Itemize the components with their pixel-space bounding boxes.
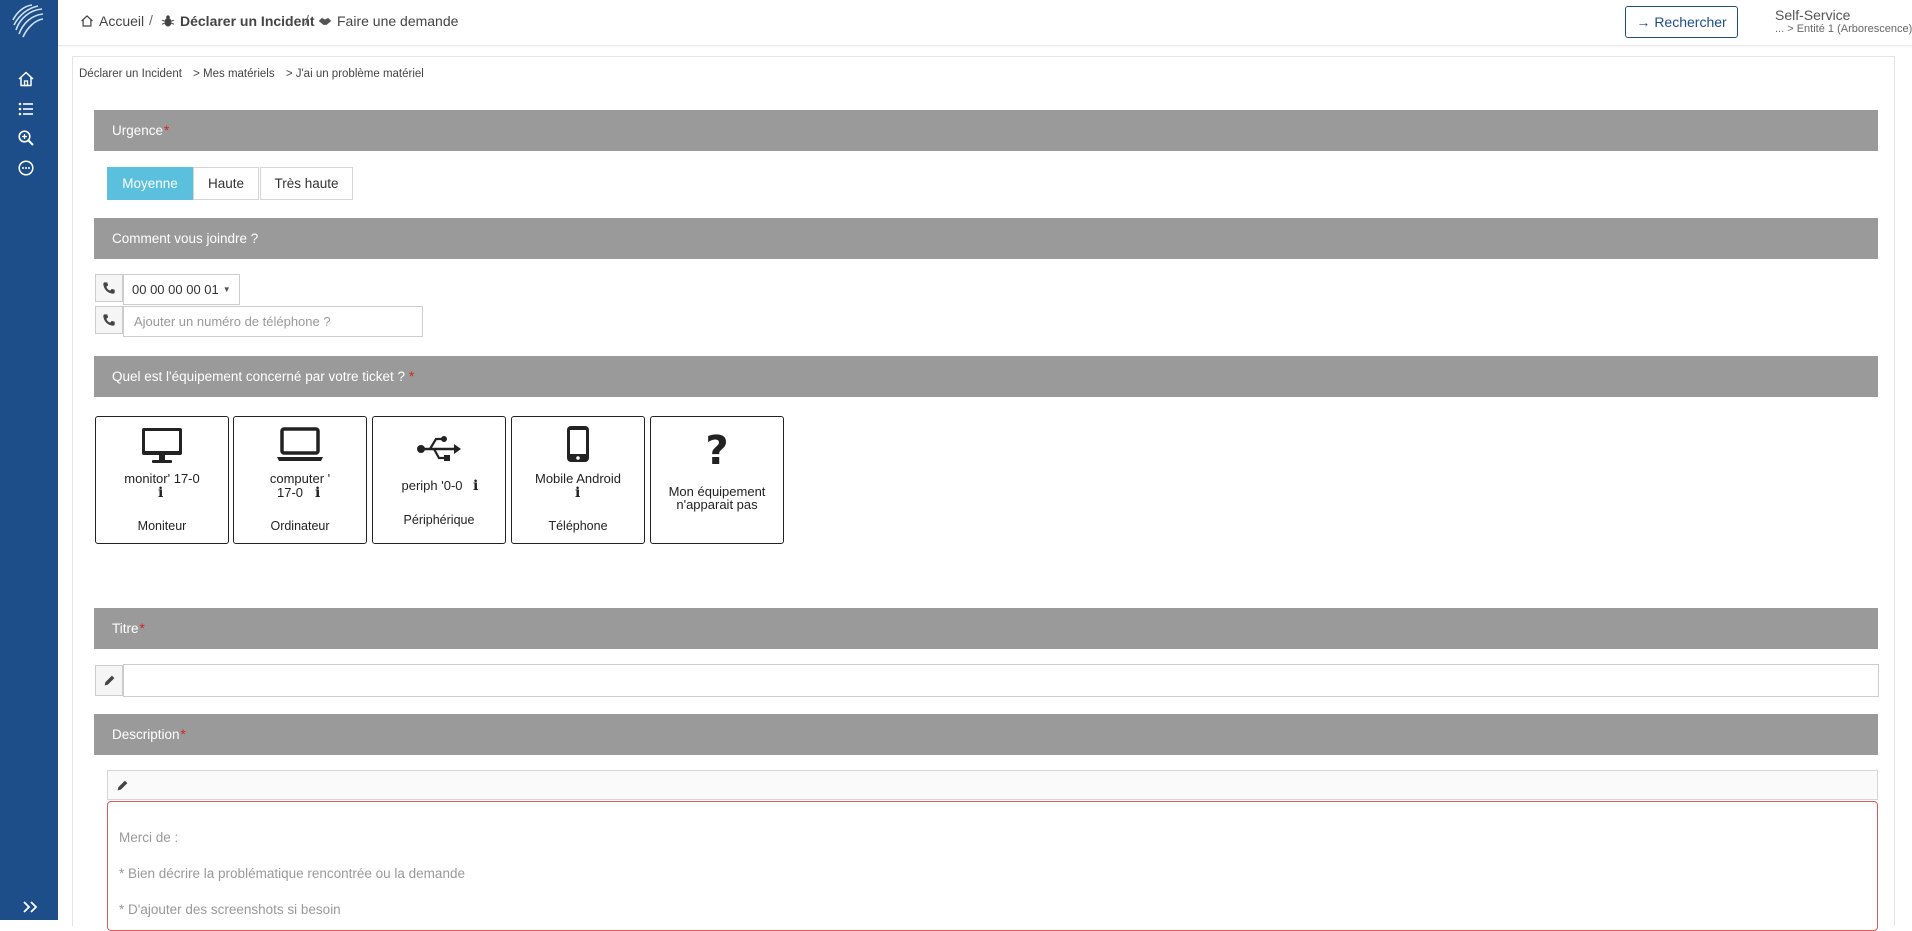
- section-contact-header: Comment vous joindre ?: [94, 218, 1878, 259]
- urgency-option-tres-haute[interactable]: Très haute: [260, 167, 353, 200]
- title-addon: [95, 665, 123, 696]
- equipment-card-name: computer ': [269, 471, 331, 486]
- section-equipment-header: Quel est l'équipement concerné par votre…: [94, 356, 1878, 397]
- phone-icon: [103, 314, 115, 326]
- breadcrumb-home[interactable]: Accueil: [80, 13, 144, 29]
- urgency-option-moyenne[interactable]: Moyenne: [107, 167, 193, 200]
- required-marker: *: [164, 123, 170, 138]
- phone-icon: [103, 282, 115, 294]
- form-path-item[interactable]: Déclarer un Incident: [79, 68, 182, 80]
- info-icon[interactable]: i: [158, 485, 163, 501]
- form-path-item[interactable]: > Mes matériels: [193, 68, 274, 80]
- home-icon: [81, 15, 93, 27]
- app-logo[interactable]: [10, 4, 44, 38]
- equipment-card-type: Ordinateur: [270, 519, 330, 533]
- list-icon[interactable]: [17, 100, 35, 118]
- info-icon[interactable]: i: [315, 485, 320, 501]
- breadcrumb-home-label: Accueil: [99, 13, 145, 29]
- info-icon[interactable]: i: [575, 485, 580, 501]
- phone-select[interactable]: 00 00 00 00 01 ▼: [123, 274, 240, 305]
- sidebar: [0, 0, 58, 920]
- breadcrumb-incident[interactable]: Déclarer un Incident: [161, 13, 315, 29]
- pencil-icon: [104, 675, 114, 686]
- equipment-card-name: periph '0-0: [401, 478, 463, 493]
- section-urgency-label: Urgence: [112, 123, 164, 138]
- profile-entity[interactable]: ... > Entité 1 (Arborescence): [1775, 23, 1912, 35]
- search-button[interactable]: → Rechercher: [1625, 6, 1738, 38]
- phone-addon: [95, 274, 123, 302]
- bug-icon: [161, 15, 175, 27]
- breadcrumb-request-label: Faire une demande: [337, 13, 459, 29]
- zoom-search-icon[interactable]: [17, 129, 35, 147]
- double-chevron-right-icon[interactable]: [22, 900, 40, 914]
- description-placeholder-line: * Bien décrire la problématique rencontr…: [119, 866, 465, 881]
- equipment-card-computer[interactable]: computer ' 17-0 i Ordinateur: [233, 416, 367, 544]
- usb-icon: [417, 436, 461, 461]
- info-icon[interactable]: i: [473, 478, 478, 494]
- handshake-icon: [318, 17, 332, 25]
- section-contact-label: Comment vous joindre ?: [112, 231, 259, 246]
- add-phone-input[interactable]: [123, 306, 423, 337]
- phone-addon: [95, 306, 123, 334]
- description-placeholder-line: Merci de :: [119, 830, 179, 845]
- more-circle-icon[interactable]: [17, 159, 35, 177]
- equipment-card-name: Mobile Android: [535, 471, 621, 486]
- form-path-item: > J'ai un problème matériel: [285, 68, 424, 80]
- equipment-card-monitor[interactable]: monitor' 17-0 i Moniteur: [95, 416, 229, 544]
- section-title-label: Titre: [112, 621, 139, 636]
- breadcrumb-incident-label: Déclarer un Incident: [180, 13, 315, 29]
- section-urgency-header: Urgence *: [94, 110, 1878, 151]
- search-button-label: Rechercher: [1654, 14, 1727, 30]
- equipment-card-phone[interactable]: Mobile Android i Téléphone: [511, 416, 645, 544]
- breadcrumb-separator: /: [149, 12, 153, 28]
- section-title-header: Titre *: [94, 608, 1878, 649]
- equipment-card-type: Téléphone: [548, 519, 608, 533]
- equipment-card-name: n'apparait pas: [676, 497, 758, 512]
- required-marker: *: [139, 621, 145, 636]
- description-toolbar: [107, 770, 1878, 800]
- section-description-label: Description: [112, 727, 180, 742]
- equipment-card-name: monitor' 17-0: [124, 471, 200, 486]
- caret-down-icon: ▼: [222, 285, 231, 294]
- phone-select-value: 00 00 00 00 01: [132, 282, 219, 297]
- description-textarea[interactable]: Merci de : * Bien décrire la problématiq…: [107, 801, 1878, 931]
- mobile-phone-icon: [567, 426, 589, 462]
- equipment-card-type: Périphérique: [403, 513, 475, 527]
- question-mark-icon: ?: [705, 428, 729, 474]
- equipment-card-peripheral[interactable]: periph '0-0 i Périphérique: [372, 416, 506, 544]
- required-marker: *: [409, 369, 415, 384]
- arrow-right-icon: →: [1636, 14, 1651, 30]
- section-description-header: Description *: [94, 714, 1878, 755]
- equipment-card-type: Moniteur: [137, 519, 187, 533]
- monitor-icon: [142, 428, 182, 463]
- breadcrumb-request[interactable]: Faire une demande: [318, 13, 458, 29]
- title-input[interactable]: [123, 664, 1879, 697]
- profile-name[interactable]: Self-Service: [1775, 7, 1850, 23]
- equipment-card-not-listed[interactable]: ? Mon équipement n'apparait pas: [650, 416, 784, 544]
- description-placeholder-line: * D'ajouter des screenshots si besoin: [119, 902, 341, 917]
- required-marker: *: [180, 727, 186, 742]
- pencil-icon[interactable]: [116, 779, 129, 792]
- top-bar: Accueil / Déclarer un Incident / Faire u…: [58, 0, 1912, 46]
- breadcrumb-separator: /: [305, 12, 309, 28]
- home-icon[interactable]: [17, 70, 35, 88]
- equipment-card-name: 17-0: [276, 485, 304, 500]
- section-equipment-label: Quel est l'équipement concerné par votre…: [112, 369, 405, 384]
- laptop-icon: [277, 427, 323, 461]
- form-path: Déclarer un Incident > Mes matériels > J…: [79, 68, 432, 80]
- urgency-option-haute[interactable]: Haute: [193, 167, 259, 200]
